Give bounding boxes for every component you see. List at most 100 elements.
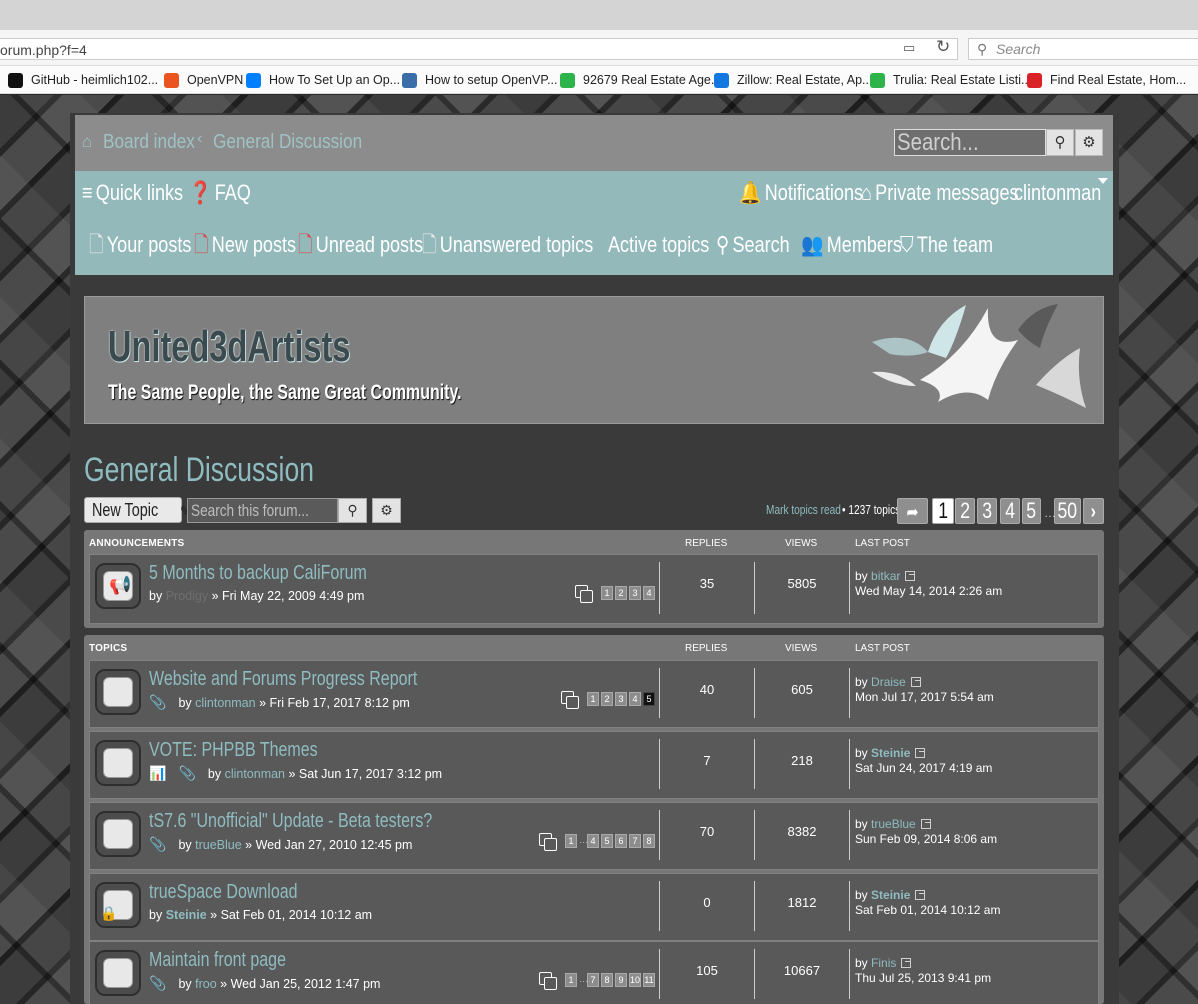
header-search-button[interactable]: ⚲: [1046, 129, 1074, 156]
search-link[interactable]: ⚲ Search: [716, 232, 790, 258]
bookmark-label: 92679 Real Estate Age...: [583, 73, 722, 87]
bookmark-item[interactable]: Zillow: Real Estate, Ap...: [714, 71, 872, 89]
last-post-author[interactable]: Finis: [871, 956, 896, 970]
members-link[interactable]: 👥 Members: [801, 232, 902, 258]
topic-page-link[interactable]: 8: [643, 834, 655, 848]
page-button[interactable]: 4: [1000, 498, 1020, 524]
topic-page-link[interactable]: 9: [615, 973, 627, 987]
topic-page-link[interactable]: 1: [601, 586, 613, 600]
last-post-author[interactable]: bitkar: [871, 569, 900, 583]
topic-page-link[interactable]: 4: [587, 834, 599, 848]
breadcrumb-board-index[interactable]: Board index: [103, 130, 195, 154]
team-link[interactable]: ⛉ The team: [900, 232, 993, 258]
topic-title[interactable]: tS7.6 "Unofficial" Update - Beta testers…: [149, 809, 432, 833]
next-page-button[interactable]: ›: [1083, 498, 1104, 524]
topic-page-link[interactable]: 1: [565, 973, 577, 987]
forum-search-button[interactable]: ⚲: [338, 498, 367, 523]
quick-links-menu[interactable]: ≡ Quick links: [82, 180, 183, 206]
bookmark-item[interactable]: Trulia: Real Estate Listi...: [870, 71, 1031, 89]
topic-date: » Fri Feb 17, 2017 8:12 pm: [259, 696, 410, 710]
topic-page-link[interactable]: 3: [615, 692, 627, 706]
page-button[interactable]: 2: [955, 498, 975, 524]
faq-link[interactable]: ❓ FAQ: [189, 180, 251, 206]
topic-title[interactable]: VOTE: PHPBB Themes: [149, 738, 318, 762]
topic-author[interactable]: froo: [195, 977, 217, 991]
active-topics-link[interactable]: Active topics: [608, 232, 709, 258]
your-posts-link[interactable]: 🗋 Your posts: [89, 232, 191, 258]
page-button[interactable]: 3: [977, 498, 997, 524]
caret-down-icon[interactable]: [1098, 178, 1108, 184]
topic-author[interactable]: trueBlue: [195, 838, 242, 852]
topic-page-link[interactable]: 6: [615, 834, 627, 848]
browser-search-input[interactable]: ⚲ Search: [968, 38, 1198, 60]
topic-author[interactable]: Steinie: [166, 908, 207, 922]
view-latest-post-icon[interactable]: [920, 819, 931, 829]
new-posts-link[interactable]: 🗋 New posts: [194, 232, 296, 258]
new-topic-button[interactable]: New Topic ✎: [84, 497, 189, 523]
page-button[interactable]: 50: [1054, 498, 1081, 524]
topic-page-link[interactable]: 10: [629, 973, 641, 987]
topic-title[interactable]: Maintain front page: [149, 948, 286, 972]
private-messages-link[interactable]: ⌂ Private messages: [861, 180, 1019, 206]
bookmark-item[interactable]: How to setup OpenVP...: [402, 71, 558, 89]
reload-icon[interactable]: ↻: [936, 38, 954, 56]
page-button[interactable]: 5: [1022, 498, 1041, 524]
topic-page-link[interactable]: 4: [643, 586, 655, 600]
unread-posts-link[interactable]: 🗋 Unread posts: [298, 232, 423, 258]
view-latest-post-icon[interactable]: [905, 571, 916, 581]
topic-author[interactable]: Prodigy: [166, 589, 208, 603]
unanswered-topics-link[interactable]: 🗋 Unanswered topics: [422, 232, 593, 258]
topic-page-link[interactable]: 7: [629, 834, 641, 848]
breadcrumb-general-discussion[interactable]: General Discussion: [213, 130, 362, 154]
notifications-link[interactable]: 🔔 Notifications: [739, 180, 863, 206]
topic-page-link[interactable]: 2: [615, 586, 627, 600]
topic-page-link[interactable]: 5: [643, 692, 655, 706]
page-number: 2: [960, 498, 970, 523]
topic-page-link[interactable]: 4: [629, 692, 641, 706]
topic-page-link[interactable]: 7: [587, 973, 599, 987]
topic-page-link[interactable]: 2: [601, 692, 613, 706]
home-icon[interactable]: ⌂: [82, 132, 92, 152]
advanced-search-button[interactable]: ⚙: [1075, 129, 1103, 156]
user-menu[interactable]: clintonman: [1014, 180, 1101, 206]
topic-author[interactable]: clintonman: [195, 696, 255, 710]
last-post-author[interactable]: Steinie: [871, 746, 910, 760]
page-button[interactable]: 1: [932, 498, 954, 524]
site-title[interactable]: United3dArtists: [108, 323, 350, 371]
topic-title[interactable]: Website and Forums Progress Report: [149, 667, 417, 691]
topic-title[interactable]: trueSpace Download: [149, 880, 298, 904]
last-post-author[interactable]: trueBlue: [871, 817, 916, 831]
topic-page-link[interactable]: 3: [629, 586, 641, 600]
topic-page-link[interactable]: 11: [643, 973, 655, 987]
by-label: by: [855, 675, 868, 689]
last-post-author[interactable]: Draise: [871, 675, 906, 689]
view-latest-post-icon[interactable]: [910, 677, 921, 687]
last-post-author[interactable]: Steinie: [871, 888, 910, 902]
bookmark-item[interactable]: 92679 Real Estate Age...: [560, 71, 721, 89]
topic-page-link[interactable]: 1: [565, 834, 577, 848]
topic-title[interactable]: 5 Months to backup CaliForum: [149, 561, 367, 585]
forum-search-input[interactable]: Search this forum...: [187, 498, 338, 523]
topic-page-link[interactable]: 5: [601, 834, 613, 848]
topic-page-link[interactable]: 1: [587, 692, 599, 706]
view-latest-post-icon[interactable]: [915, 890, 926, 900]
attachment-icon: 📎: [149, 836, 167, 852]
jump-to-page-button[interactable]: ➦: [897, 498, 928, 524]
bookmark-item[interactable]: GitHub - heimlich102...: [8, 71, 158, 89]
bookmark-item[interactable]: How To Set Up an Op...: [246, 71, 400, 89]
header-search-placeholder: Search...: [897, 129, 979, 156]
view-latest-post-icon[interactable]: [901, 958, 912, 968]
page-title[interactable]: General Discussion: [84, 451, 314, 489]
forum-search-options-button[interactable]: ⚙: [372, 498, 401, 523]
realtor-icon: [1027, 72, 1042, 88]
topic-author[interactable]: clintonman: [225, 767, 285, 781]
address-bar[interactable]: orum.php?f=4: [0, 38, 958, 60]
mark-topics-read-link[interactable]: Mark topics read: [766, 502, 841, 518]
header-search-input[interactable]: Search...: [894, 129, 1046, 156]
view-latest-post-icon[interactable]: [915, 748, 926, 758]
topic-page-link[interactable]: 8: [601, 973, 613, 987]
bookmark-item[interactable]: Find Real Estate, Hom...: [1027, 71, 1186, 89]
chevron-right-icon: ›: [1090, 501, 1097, 523]
bookmark-item[interactable]: OpenVPN: [164, 71, 243, 89]
reader-view-icon[interactable]: ▭: [903, 41, 921, 55]
